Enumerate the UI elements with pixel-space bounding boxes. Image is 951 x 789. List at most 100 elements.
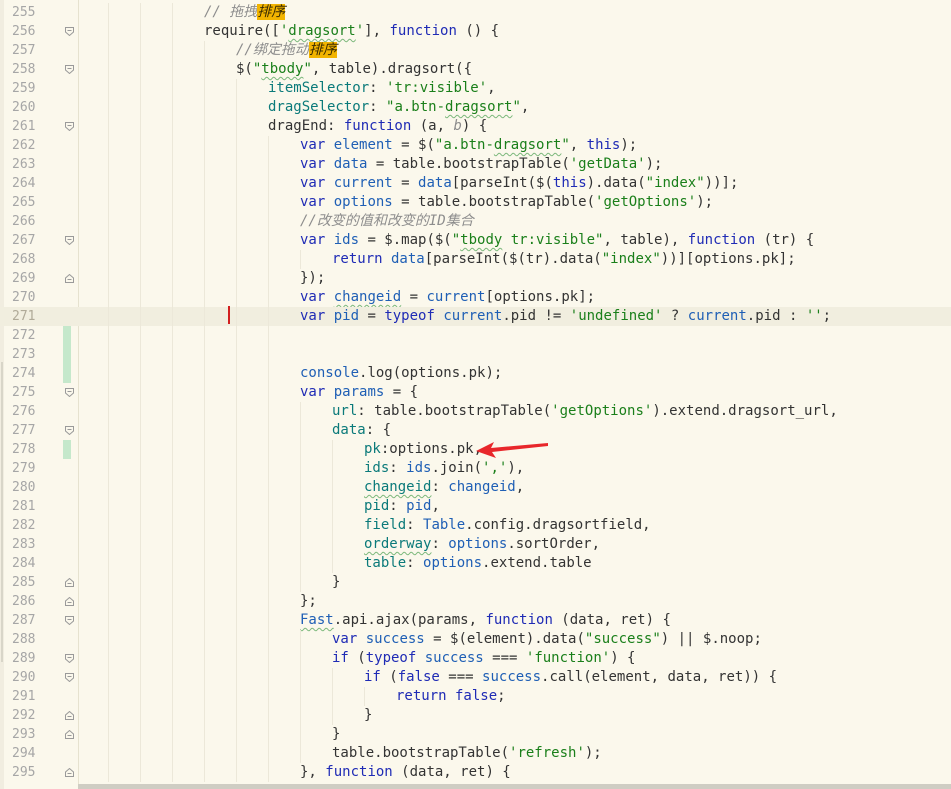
code-text[interactable]: if (typeof success === 'function') { xyxy=(332,649,635,668)
code-text[interactable]: }, function (data, ret) { xyxy=(300,763,511,782)
code-text[interactable]: field: Table.config.dragsortfield, xyxy=(364,516,651,535)
code-text[interactable]: require(['dragsort'], function () { xyxy=(204,22,499,41)
indent-guide xyxy=(108,421,109,440)
code-line[interactable]: 265 var options = table.bootstrapTable('g… xyxy=(0,193,951,212)
code-line[interactable]: 267 var ids = $.map($("tbody tr:visible",… xyxy=(0,231,951,250)
code-line[interactable]: 274 console.log(options.pk); xyxy=(0,364,951,383)
code-text[interactable]: $("tbody", table).dragsort({ xyxy=(236,60,472,79)
code-line[interactable]: 264 var current = data[parseInt($(this).d… xyxy=(0,174,951,193)
code-line[interactable]: 294 table.bootstrapTable('refresh'); xyxy=(0,744,951,763)
code-text[interactable]: }); xyxy=(300,269,325,288)
code-line[interactable]: 266 //改变的值和改变的ID集合 xyxy=(0,212,951,231)
code-editor[interactable]: 255// 拖拽排序 256 require(['dragsort'], funct… xyxy=(0,0,951,789)
code-text[interactable]: itemSelector: 'tr:visible', xyxy=(268,79,496,98)
code-text[interactable]: var ids = $.map($("tbody tr:visible", ta… xyxy=(300,231,814,250)
code-text[interactable]: pid: pid, xyxy=(364,497,440,516)
code-text[interactable]: table.bootstrapTable('refresh'); xyxy=(332,744,602,763)
code-token: :options.pk, xyxy=(380,441,483,457)
code-text[interactable]: orderway: options.sortOrder, xyxy=(364,535,600,554)
fold-close-icon[interactable] xyxy=(65,597,74,606)
code-text[interactable]: dragSelector: "a.btn-dragsort", xyxy=(268,98,529,117)
code-token: if xyxy=(332,650,349,666)
code-line[interactable]: 291 return false; xyxy=(0,687,951,706)
code-text[interactable]: var pid = typeof current.pid != 'undefin… xyxy=(300,307,831,326)
code-line[interactable]: 269}); xyxy=(0,269,951,288)
code-line[interactable]: 275 var params = { xyxy=(0,383,951,402)
code-text[interactable]: var current = data[parseInt($(this).data… xyxy=(300,174,738,193)
code-line[interactable]: 263 var data = table.bootstrapTable('getD… xyxy=(0,155,951,174)
code-line[interactable]: 288 var success = $(element).data("succes… xyxy=(0,630,951,649)
code-text[interactable]: } xyxy=(364,706,372,725)
code-line[interactable]: 285} xyxy=(0,573,951,592)
code-text[interactable]: console.log(options.pk); xyxy=(300,364,502,383)
code-line[interactable]: 262 var element = $("a.btn-dragsort", thi… xyxy=(0,136,951,155)
indent-guide xyxy=(140,592,141,611)
fold-open-icon[interactable] xyxy=(65,27,74,36)
fold-close-icon[interactable] xyxy=(65,578,74,587)
fold-close-icon[interactable] xyxy=(65,711,74,720)
code-text[interactable]: url: table.bootstrapTable('getOptions').… xyxy=(332,402,838,421)
code-text[interactable]: return data[parseInt($(tr).data("index")… xyxy=(332,250,796,269)
code-line[interactable]: 283 orderway: options.sortOrder, xyxy=(0,535,951,554)
code-token: function xyxy=(485,612,553,628)
code-line[interactable]: 276 url: table.bootstrapTable('getOptions… xyxy=(0,402,951,421)
code-line[interactable]: 286}; xyxy=(0,592,951,611)
code-text[interactable]: //改变的值和改变的ID集合 xyxy=(300,212,474,231)
code-text[interactable]: } xyxy=(332,725,340,744)
code-line[interactable]: 255 // 拖拽排序 xyxy=(0,3,951,22)
fold-open-icon[interactable] xyxy=(65,122,74,131)
code-text[interactable]: var element = $("a.btn-dragsort", this); xyxy=(300,136,637,155)
code-line[interactable]: 268 return data[parseInt($(tr).data("inde… xyxy=(0,250,951,269)
code-line[interactable]: 290 if (false === success.call(element, d… xyxy=(0,668,951,687)
code-line[interactable]: 287 Fast.api.ajax(params, function (data,… xyxy=(0,611,951,630)
code-line[interactable]: 295}, function (data, ret) { xyxy=(0,763,951,782)
code-text[interactable]: data: { xyxy=(332,421,391,440)
code-text[interactable]: // 拖拽排序 xyxy=(204,3,286,22)
code-line[interactable]: 280 changeid: changeid, xyxy=(0,478,951,497)
code-text[interactable]: pk:options.pk, xyxy=(364,440,482,459)
code-text[interactable]: var data = table.bootstrapTable('getData… xyxy=(300,155,662,174)
code-text[interactable]: }; xyxy=(300,592,317,611)
code-text[interactable]: var params = { xyxy=(300,383,418,402)
code-text[interactable]: //绑定拖动排序 xyxy=(236,41,337,60)
code-line[interactable]: 284 table: options.extend.table xyxy=(0,554,951,573)
code-text[interactable]: } xyxy=(332,573,340,592)
code-text[interactable]: changeid: changeid, xyxy=(364,478,524,497)
code-text[interactable]: if (false === success.call(element, data… xyxy=(364,668,777,687)
horizontal-scrollbar[interactable] xyxy=(78,784,951,789)
code-line[interactable]: 259 itemSelector: 'tr:visible', xyxy=(0,79,951,98)
fold-open-icon[interactable] xyxy=(65,236,74,245)
fold-close-icon[interactable] xyxy=(65,730,74,739)
fold-open-icon[interactable] xyxy=(65,616,74,625)
code-line[interactable]: 293} xyxy=(0,725,951,744)
code-line[interactable]: 282 field: Table.config.dragsortfield, xyxy=(0,516,951,535)
code-line[interactable]: 270 var changeid = current[options.pk]; xyxy=(0,288,951,307)
code-text[interactable]: dragEnd: function (a, b) { xyxy=(268,117,487,136)
fold-open-icon[interactable] xyxy=(65,654,74,663)
code-line[interactable]: 261 dragEnd: function (a, b) { xyxy=(0,117,951,136)
indent-guide xyxy=(172,402,173,421)
code-line[interactable]: 258 $("tbody", table).dragsort({ xyxy=(0,60,951,79)
horizontal-scrollbar-thumb[interactable] xyxy=(78,784,951,789)
code-line[interactable]: 292} xyxy=(0,706,951,725)
code-line[interactable]: 260 dragSelector: "a.btn-dragsort", xyxy=(0,98,951,117)
code-line[interactable]: 271 var pid = typeof current.pid != 'unde… xyxy=(0,307,951,326)
code-line[interactable]: 272 xyxy=(0,326,951,345)
fold-close-icon[interactable] xyxy=(65,768,74,777)
code-text[interactable]: var changeid = current[options.pk]; xyxy=(300,288,595,307)
fold-open-icon[interactable] xyxy=(65,426,74,435)
code-text[interactable]: return false; xyxy=(396,687,506,706)
fold-open-icon[interactable] xyxy=(65,673,74,682)
code-line[interactable]: 281 pid: pid, xyxy=(0,497,951,516)
code-text[interactable]: var success = $(element).data("success")… xyxy=(332,630,762,649)
fold-open-icon[interactable] xyxy=(65,388,74,397)
fold-open-icon[interactable] xyxy=(65,65,74,74)
code-line[interactable]: 257 //绑定拖动排序 xyxy=(0,41,951,60)
code-text[interactable]: table: options.extend.table xyxy=(364,554,592,573)
code-line[interactable]: 273 xyxy=(0,345,951,364)
code-text[interactable]: var options = table.bootstrapTable('getO… xyxy=(300,193,713,212)
code-text[interactable]: Fast.api.ajax(params, function (data, re… xyxy=(300,611,671,630)
code-line[interactable]: 289 if (typeof success === 'function') { xyxy=(0,649,951,668)
code-line[interactable]: 256 require(['dragsort'], function () { xyxy=(0,22,951,41)
fold-close-icon[interactable] xyxy=(65,274,74,283)
